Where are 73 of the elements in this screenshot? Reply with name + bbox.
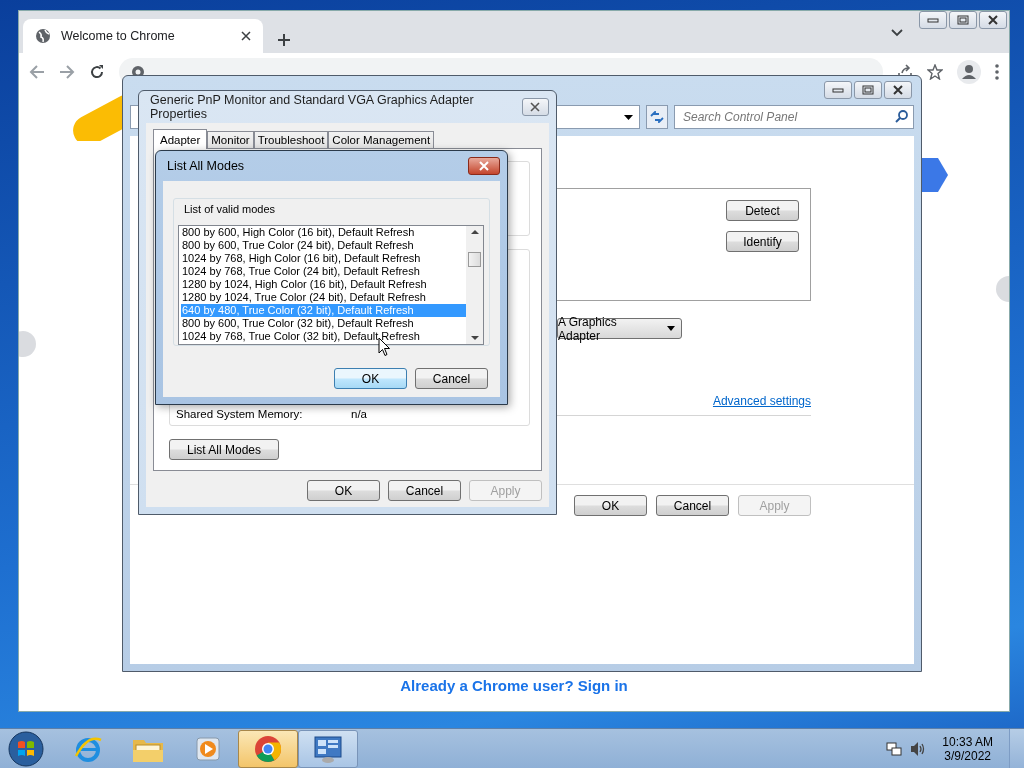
dropdown-arrow-icon [667, 326, 675, 331]
volume-icon[interactable] [910, 740, 927, 757]
close-icon[interactable] [241, 31, 251, 41]
field-label: Shared System Memory: [176, 408, 304, 420]
close-button[interactable] [884, 81, 912, 99]
maximize-icon [957, 15, 969, 25]
list-all-modes-button[interactable]: List All Modes [169, 439, 279, 460]
taskbar-button[interactable] [238, 729, 298, 768]
mode-item[interactable]: 1280 by 1024, High Color (16 bit), Default Refresh [181, 278, 466, 291]
new-tab-icon[interactable] [277, 33, 291, 47]
close-icon [529, 102, 542, 112]
search-icon [895, 110, 908, 123]
dialog-button[interactable]: OK [307, 480, 380, 501]
scrollbar[interactable] [466, 226, 483, 344]
minimize-button[interactable] [824, 81, 852, 99]
refresh-icon [650, 111, 664, 123]
globe-icon [35, 28, 51, 44]
search-field[interactable]: Search Control Panel [674, 105, 914, 129]
field-value: n/a [351, 408, 367, 420]
refresh-button[interactable] [646, 105, 668, 129]
scroll-thumb[interactable] [468, 252, 481, 267]
tab[interactable]: Adapter [153, 129, 208, 149]
minimize-button[interactable] [919, 11, 947, 29]
mode-item[interactable]: 1024 by 768, True Color (32 bit), Default Refresh [181, 330, 466, 343]
dialog-button[interactable]: Cancel [656, 495, 729, 516]
mode-item[interactable]: 1024 by 768, True Color (24 bit), Default Refresh [181, 265, 466, 278]
sign-in-link[interactable]: Already a Chrome user? Sign in [400, 677, 628, 694]
minimize-icon [832, 86, 844, 94]
tab[interactable]: Color Management [328, 131, 435, 148]
maximize-icon [862, 85, 874, 95]
mode-item[interactable]: 1024 by 768, High Color (16 bit), Default Refresh [181, 252, 466, 265]
star-icon[interactable] [927, 64, 943, 80]
profile-icon[interactable] [957, 60, 981, 84]
close-icon [892, 85, 904, 95]
media-player-icon [194, 734, 222, 763]
taskbar-button[interactable] [298, 729, 358, 768]
close-button[interactable] [521, 98, 549, 116]
close-button[interactable] [468, 157, 500, 175]
forward-icon[interactable] [59, 64, 75, 80]
close-button[interactable] [979, 11, 1007, 29]
close-icon [987, 15, 999, 25]
dialog-button[interactable]: Cancel [415, 368, 488, 389]
dialog-button[interactable]: OK [574, 495, 647, 516]
clock-time: 10:33 AM [942, 734, 993, 749]
control-panel-icon [313, 733, 343, 764]
mode-item[interactable]: 800 by 600, True Color (24 bit), Default Refresh [181, 239, 466, 252]
tab[interactable]: Troubleshoot [253, 131, 329, 148]
mode-item[interactable]: 1280 by 1024, True Color (24 bit), Default Refresh [181, 291, 466, 304]
close-icon [478, 161, 490, 171]
reload-icon[interactable] [89, 64, 105, 80]
tab[interactable]: Monitor [207, 131, 254, 148]
start-button[interactable] [8, 730, 44, 767]
chevron-down-icon[interactable] [891, 29, 903, 37]
minimize-icon [927, 16, 939, 24]
window-title: Generic PnP Monitor and Standard VGA Graphics Adapter Properties [150, 93, 475, 121]
dialog-button[interactable]: Cancel [388, 480, 461, 501]
window-title: List All Modes [167, 159, 245, 173]
monitor-button[interactable]: Identify [726, 231, 799, 252]
clock-date: 3/9/2022 [944, 748, 991, 763]
menu-icon[interactable] [995, 64, 999, 80]
back-icon[interactable] [29, 64, 45, 80]
dialog-button[interactable]: OK [334, 368, 407, 389]
clock[interactable]: 10:33 AM 3/9/2022 [934, 734, 1001, 763]
mode-item[interactable]: 800 by 600, High Color (16 bit), Default Refresh [181, 226, 466, 239]
advanced-settings-link[interactable]: Advanced settings [712, 394, 811, 408]
network-icon[interactable] [886, 740, 903, 757]
browser-tab[interactable]: Welcome to Chrome [23, 19, 263, 53]
chrome-icon [253, 733, 283, 764]
share-icon[interactable] [897, 64, 913, 76]
modes-listbox[interactable] [178, 225, 484, 345]
dropdown-arrow-icon[interactable] [624, 114, 633, 120]
monitor-button[interactable]: Detect [726, 200, 799, 221]
mode-item[interactable]: 800 by 600, True Color (32 bit), Default Refresh [181, 317, 466, 330]
